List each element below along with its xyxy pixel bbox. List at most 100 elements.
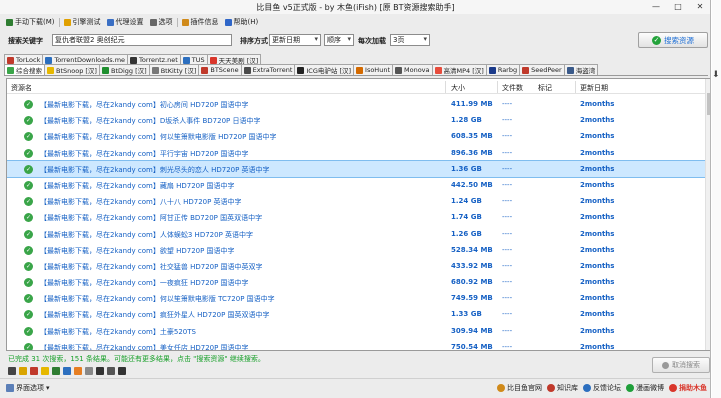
column-tags[interactable]: 标记 (538, 83, 552, 93)
result-name[interactable]: 【最新电影下载，尽在2kandy com】疯狂外星人 HD720P 国英双语中字 (40, 310, 270, 320)
engine-tab[interactable]: BtSnoop [汉] (45, 64, 100, 75)
close-button[interactable]: ✕ (689, 0, 710, 14)
result-name[interactable]: 【最新电影下载，尽在2kandy com】美女任店 HD720P 国语中字 (40, 343, 249, 350)
gear-icon (149, 18, 157, 26)
view-options-button[interactable]: 界面选项 ▾ (6, 383, 50, 393)
bottom-link[interactable]: 知识库 (547, 383, 578, 393)
result-name[interactable]: 【最新电影下载，尽在2kandy com】一夜疯狂 HD720P 国语中字 (40, 278, 249, 288)
result-name[interactable]: 【最新电影下载，尽在2kandy com】何以笙箫默电影版 TC720P 国语中… (40, 294, 275, 304)
download-icon (6, 18, 13, 26)
menu-manual-download[interactable]: 手动下载(M) (4, 17, 57, 27)
minimize-button[interactable]: — (645, 0, 667, 14)
search-icon: ✓ (652, 35, 661, 45)
keyword-input[interactable]: 复仇者联盟2 奥创纪元 (52, 34, 232, 46)
column-size[interactable]: 大小 (451, 83, 465, 93)
perload-select[interactable]: 3页 (390, 34, 430, 46)
engine-tab[interactable]: Rarbg (486, 64, 521, 75)
puzzle-icon[interactable] (107, 367, 115, 375)
result-row[interactable]: ✓ 【最新电影下载，尽在2kandy com】疯狂外星人 HD720P 国英双语中… (7, 306, 705, 322)
result-row[interactable]: ✓ 【最新电影下载，尽在2kandy com】社交猛兽 HD720P 国语中英双字… (7, 258, 705, 274)
result-row[interactable]: ✓ 【最新电影下载，尽在2kandy com】初心房间 HD720P 国语中字 41… (7, 96, 705, 112)
result-size: 1.33 GB (451, 310, 482, 319)
engine-tab[interactable]: BTScene (199, 64, 242, 75)
engine-tab[interactable]: BtDigg [汉] (99, 64, 150, 75)
cancel-search-button[interactable]: 取消搜索 (652, 357, 710, 373)
text-icon[interactable] (118, 367, 126, 375)
engine-tab[interactable]: Monova (393, 64, 433, 75)
result-name[interactable]: 【最新电影下载，尽在2kandy com】初心房间 HD720P 国语中字 (40, 100, 249, 110)
result-name[interactable]: 【最新电影下载，尽在2kandy com】阿甘正传 BD720P 国英双语中字 (40, 213, 262, 223)
engine-tab[interactable]: ExtraTorrent (241, 64, 296, 75)
result-row[interactable]: ✓ 【最新电影下载，尽在2kandy com】人体蜈蚣3 HD720P 英语中字 1… (7, 226, 705, 242)
column-files[interactable]: 文件数 (502, 83, 523, 93)
engine-tab[interactable]: 综合搜索 (4, 64, 45, 75)
menu-options[interactable]: 选项 (148, 17, 175, 27)
engine-logo-icon (209, 56, 217, 64)
scrollbar-thumb[interactable] (707, 93, 710, 115)
column-divider[interactable] (445, 81, 446, 93)
menu-proxy-settings[interactable]: 代理设置 (105, 17, 146, 27)
flame-icon[interactable] (74, 367, 82, 375)
result-name[interactable]: 【最新电影下载，尽在2kandy com】土豪520TS (40, 327, 196, 337)
bolt-icon[interactable] (41, 367, 49, 375)
engine-tab-label: IsoHunt (365, 66, 390, 74)
result-file-count: ---- (502, 342, 513, 351)
column-name[interactable]: 资源名 (11, 83, 32, 93)
vertical-scrollbar[interactable] (705, 79, 710, 350)
result-row[interactable]: ✓ 【最新电影下载，尽在2kandy com】一夜疯狂 HD720P 国语中字 68… (7, 274, 705, 290)
engine-tab-label: ICG电驴站 [汉] (306, 67, 352, 75)
bottom-link[interactable]: 比目鱼官网 (497, 383, 542, 393)
result-name[interactable]: 【最新电影下载，尽在2kandy com】何以笙箫默电影版 HD720P 国语中… (40, 132, 277, 142)
heart-icon[interactable] (85, 367, 93, 375)
result-row[interactable]: ✓ 【最新电影下载，尽在2kandy com】何以笙箫默电影版 TC720P 国语… (7, 290, 705, 306)
bottom-link[interactable]: 捐助木鱼 (669, 383, 707, 393)
globe-icon[interactable] (63, 367, 71, 375)
bottom-link[interactable]: 反馈论坛 (583, 383, 621, 393)
column-updated[interactable]: 更新日期 (580, 83, 608, 93)
maximize-button[interactable]: □ (667, 0, 689, 14)
menu-plugin-info[interactable]: 插件信息 (180, 17, 221, 27)
engine-tab[interactable]: 海盗湾 (564, 64, 599, 75)
trophy-icon[interactable] (96, 367, 104, 375)
result-row[interactable]: ✓ 【最新电影下载，尽在2kandy com】土豪520TS 309.94 MB --… (7, 323, 705, 339)
result-row[interactable]: ✓ 【最新电影下载，尽在2kandy com】八十八 HD720P 英语中字 1.2… (7, 193, 705, 209)
result-name[interactable]: 【最新电影下载，尽在2kandy com】平行宇宙 HD720P 国语中字 (40, 149, 249, 159)
column-divider[interactable] (497, 81, 498, 93)
result-name[interactable]: 【最新电影下载，尽在2kandy com】社交猛兽 HD720P 国语中英双字 (40, 262, 263, 272)
result-row[interactable]: ✓ 【最新电影下载，尽在2kandy com】欲望 HD720P 国语中字 528.… (7, 242, 705, 258)
search-button[interactable]: ✓ 搜索资源 (638, 32, 708, 48)
result-row[interactable]: ✓ 【最新电影下载，尽在2kandy com】D坂杀人事件 BD720P 日语中字… (7, 112, 705, 128)
result-file-count: ---- (502, 310, 513, 319)
view-options-label: 界面选项 (16, 384, 44, 392)
column-divider[interactable] (575, 81, 576, 93)
result-row[interactable]: ✓ 【最新电影下载，尽在2kandy com】刺光尽头的恋人 HD720P 英语中… (7, 159, 706, 178)
engine-logo-icon (201, 66, 209, 74)
magnet-icon[interactable] (30, 367, 38, 375)
folder-icon[interactable] (19, 367, 27, 375)
star-icon[interactable] (52, 367, 60, 375)
menu-engine-test[interactable]: 引擎测试 (62, 17, 103, 27)
result-row[interactable]: ✓ 【最新电影下载，尽在2kandy com】何以笙箫默电影版 HD720P 国语… (7, 128, 705, 144)
result-name[interactable]: 【最新电影下载，尽在2kandy com】八十八 HD720P 英语中字 (40, 197, 242, 207)
engine-tab[interactable]: 高清MP4 [汉] (432, 64, 487, 75)
menu-help[interactable]: 帮助(H) (223, 17, 261, 27)
film-icon[interactable] (8, 367, 16, 375)
result-name[interactable]: 【最新电影下载，尽在2kandy com】D坂杀人事件 BD720P 日语中字 (40, 116, 261, 126)
result-name[interactable]: 【最新电影下载，尽在2kandy com】刺光尽头的恋人 HD720P 英语中字 (40, 165, 270, 175)
result-row[interactable]: ✓ 【最新电影下载，尽在2kandy com】平行宇宙 HD720P 国语中字 89… (7, 145, 705, 161)
engine-tabs-row-2: 综合搜索 BtSnoop [汉] BtDigg [汉] BtKitty [汉] BTSc… (4, 64, 708, 76)
engine-tab[interactable]: IsoHunt (354, 64, 393, 75)
engine-tab[interactable]: SeedPeer (520, 64, 565, 75)
result-row[interactable]: ✓ 【最新电影下载，尽在2kandy com】藏扇 HD720P 国语中字 442.… (7, 177, 705, 193)
result-row[interactable]: ✓ 【最新电影下载，尽在2kandy com】美女任店 HD720P 国语中字 75… (7, 339, 705, 351)
bottom-link[interactable]: 漫画微博 (626, 383, 664, 393)
engine-tab[interactable]: ICG电驴站 [汉] (295, 64, 355, 75)
result-row[interactable]: ✓ 【最新电影下载，尽在2kandy com】阿甘正传 BD720P 国英双语中字… (7, 209, 705, 225)
result-name[interactable]: 【最新电影下载，尽在2kandy com】欲望 HD720P 国语中字 (40, 246, 235, 256)
engine-tab-label: TorLock (16, 56, 41, 64)
order-select[interactable]: 顺序 (324, 34, 354, 46)
sort-select[interactable]: 更新日期 (269, 34, 321, 46)
result-name[interactable]: 【最新电影下载，尽在2kandy com】藏扇 HD720P 国语中字 (40, 181, 235, 191)
result-name[interactable]: 【最新电影下载，尽在2kandy com】人体蜈蚣3 HD720P 英语中字 (40, 230, 253, 240)
engine-tab[interactable]: BtKitty [汉] (149, 64, 200, 75)
